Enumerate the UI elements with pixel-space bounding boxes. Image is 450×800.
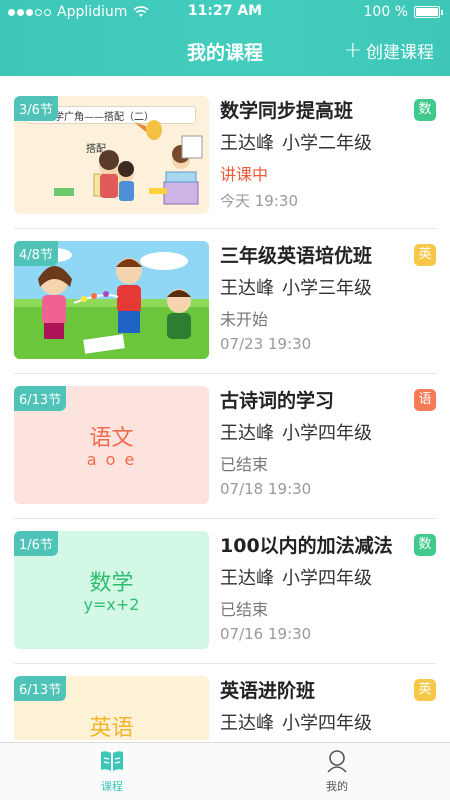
subject-badge: 语 [414,389,436,411]
status-bar: Applidium 11:27 AM 100 % [0,0,450,24]
tab-courses-label: 课程 [101,780,123,793]
course-teacher-grade: 王达峰 小学四年级 [220,564,440,589]
lesson-progress-chip: 6/13节 [14,676,67,701]
course-title: 古诗词的学习 [220,390,335,412]
header: Applidium 11:27 AM 100 % 我的课程 + 创建课程 [0,0,450,76]
user-icon [327,750,347,773]
course-item[interactable]: 6/13节 语文 a o e 古诗词的学习 王达峰 小学四年级 已结束 07/18… [0,374,450,519]
subject-badge: 英 [414,679,436,701]
lesson-progress-chip: 3/6节 [14,96,58,121]
battery-icon [414,6,443,18]
course-item[interactable]: 3/6节 数学广角——搭配（二） 搭配 数学同步提高班 王达峰 小学二年级 讲课… [0,84,450,229]
subject-badge: 英 [414,244,436,266]
course-thumbnail: 4/8节 [14,241,209,359]
thumbnail-subject-sample: a o e [86,450,137,469]
thumbnail-subject-sample: y=x+2 [83,595,140,614]
tab-mine-label: 我的 [326,780,348,793]
course-thumbnail: 3/6节 数学广角——搭配（二） 搭配 [14,96,209,214]
course-title: 数学同步提高班 [220,100,354,122]
create-course-button[interactable]: + 创建课程 [344,38,434,63]
course-title: 英语进阶班 [220,680,316,702]
book-icon [101,751,123,771]
grade-level: 小学四年级 [282,568,372,589]
course-thumbnail: 1/6节 数学 y=x+2 [14,531,209,649]
thumbnail-subject-name: 英语 [89,716,134,740]
course-teacher-grade: 王达峰 小学四年级 [220,419,440,444]
lesson-progress-chip: 1/6节 [14,531,58,556]
create-course-label: 创建课程 [366,43,434,63]
course-status: 已结束 [220,455,269,474]
tab-bar: 课程 我的 [0,742,450,800]
course-status: 讲课中 [220,165,269,184]
grade-level: 小学四年级 [282,423,372,444]
thumbnail-subject-name: 语文 [89,426,134,451]
course-info: 数学同步提高班 王达峰 小学二年级 讲课中 今天 19:30 [220,96,440,211]
course-datetime: 今天 19:30 [220,192,298,210]
tab-mine[interactable]: 我的 [292,749,382,794]
thumbnail-subject-name: 数学 [89,571,134,596]
course-info: 三年级英语培优班 王达峰 小学三年级 未开始 07/23 19:30 [220,241,440,353]
battery-percent: 100 % [363,4,408,20]
course-status: 已结束 [220,600,269,619]
teacher-name: 王达峰 [220,568,274,589]
grade-level: 小学三年级 [282,278,372,299]
grade-level: 小学二年级 [282,133,372,154]
course-item[interactable]: 4/8节 三年级英语培优班 王达峰 小学三年级 未开始 07/23 19:30 … [0,229,450,374]
grade-level: 小学四年级 [282,713,372,734]
course-datetime: 07/23 19:30 [220,335,312,353]
course-teacher-grade: 王达峰 小学二年级 [220,129,440,154]
course-thumbnail: 6/13节 英语 [14,676,209,740]
course-info: 古诗词的学习 王达峰 小学四年级 已结束 07/18 19:30 [220,386,440,498]
course-title: 100以内的加法减法 [220,535,393,557]
teacher-name: 王达峰 [220,713,274,734]
course-title: 三年级英语培优班 [220,245,373,267]
course-datetime: 07/16 19:30 [220,625,312,643]
course-info: 英语进阶班 王达峰 小学四年级 [220,676,440,734]
course-thumbnail: 6/13节 语文 a o e [14,386,209,504]
course-item[interactable]: 1/6节 数学 y=x+2 100以内的加法减法 王达峰 小学四年级 已结束 07… [0,519,450,664]
teacher-name: 王达峰 [220,133,274,154]
lesson-progress-chip: 6/13节 [14,386,67,411]
course-status: 未开始 [220,310,269,329]
teacher-name: 王达峰 [220,278,274,299]
course-teacher-grade: 王达峰 小学四年级 [220,709,440,734]
course-item[interactable]: 6/13节 英语 英语进阶班 王达峰 小学四年级 英 [0,664,450,740]
lesson-progress-chip: 4/8节 [14,241,58,266]
course-teacher-grade: 王达峰 小学三年级 [220,274,440,299]
course-datetime: 07/18 19:30 [220,480,312,498]
course-list[interactable]: 3/6节 数学广角——搭配（二） 搭配 数学同步提高班 王达峰 小学二年级 讲课… [0,84,450,740]
subject-badge: 数 [414,99,436,121]
course-info: 100以内的加法减法 王达峰 小学四年级 已结束 07/16 19:30 [220,531,440,643]
plus-icon: + [343,37,362,63]
tab-courses[interactable]: 课程 [67,749,157,794]
teacher-name: 王达峰 [220,423,274,444]
subject-badge: 数 [414,534,436,556]
